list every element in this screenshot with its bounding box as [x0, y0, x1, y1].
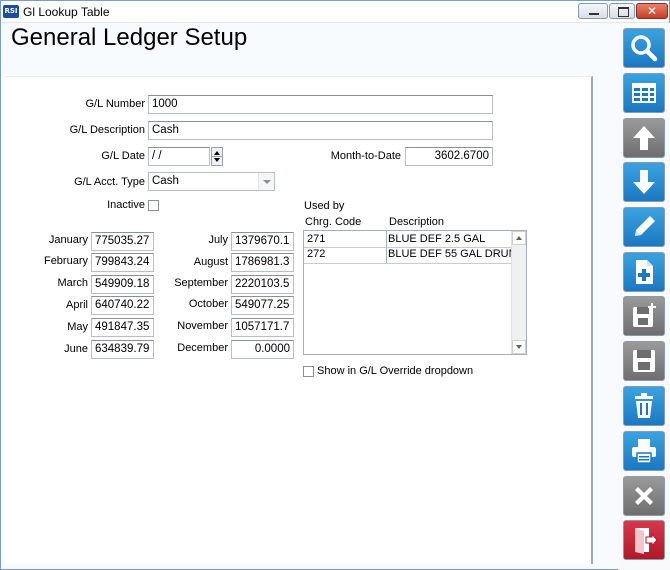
grid-view-button[interactable]	[623, 73, 665, 113]
pencil-icon	[635, 216, 655, 236]
used-by-title: Used by	[304, 200, 345, 212]
maximize-button[interactable]	[609, 3, 635, 19]
charge-description: BLUE DEF 55 GAL DRUM	[388, 248, 512, 260]
month-input-may[interactable]: 491847.35	[91, 318, 154, 337]
description-header: Description	[389, 216, 445, 228]
month-input-september[interactable]: 2220103.5	[231, 275, 294, 294]
action-toolbar	[618, 23, 670, 570]
month-label-june: June	[64, 343, 88, 355]
floppy-plus-icon	[633, 303, 656, 327]
month-label-august: August	[193, 256, 228, 268]
inactive-checkbox[interactable]	[148, 200, 159, 211]
gl-date-label: G/L Date	[101, 150, 145, 162]
spinner-divider	[212, 156, 222, 157]
month-label-january: January	[48, 234, 88, 246]
list-item[interactable]: 271 BLUE DEF 2.5 GAL	[304, 232, 512, 248]
floppy-icon	[633, 350, 655, 372]
search-button[interactable]	[623, 28, 665, 68]
next-record-button[interactable]	[623, 162, 665, 202]
month-label-october: October	[188, 298, 228, 310]
gl-number-label: G/L Number	[85, 98, 145, 110]
month-label-may: May	[67, 321, 88, 333]
title-bar[interactable]: RSI Gl Lookup Table ✕	[1, 1, 669, 23]
spinner-up-icon[interactable]	[214, 151, 220, 155]
show-override-checkbox[interactable]	[303, 366, 314, 377]
month-label-march: March	[57, 277, 88, 289]
list-scrollbar[interactable]	[511, 231, 526, 354]
chrg-code-header: Chrg. Code	[305, 216, 362, 228]
month-input-january[interactable]: 775035.27	[91, 232, 154, 251]
gl-description-label: G/L Description	[69, 124, 145, 136]
month-input-august[interactable]: 1786981.3	[231, 253, 294, 272]
delete-button[interactable]	[623, 386, 665, 426]
row-divider	[304, 263, 512, 264]
inactive-label: Inactive	[107, 199, 145, 211]
save-new-button[interactable]	[623, 296, 665, 336]
month-input-july[interactable]: 1379670.1	[231, 232, 294, 251]
x-icon	[635, 487, 653, 505]
month-label-july: July	[208, 234, 228, 246]
close-icon: ✕	[646, 4, 658, 18]
app-window: RSI Gl Lookup Table ✕ General Ledger Set…	[0, 0, 670, 570]
month-input-june[interactable]: 634839.79	[91, 340, 154, 359]
charge-description: BLUE DEF 2.5 GAL	[388, 233, 486, 245]
scroll-up-icon[interactable]	[512, 231, 526, 245]
previous-record-button[interactable]	[623, 118, 665, 158]
list-item[interactable]: 272 BLUE DEF 55 GAL DRUM	[304, 247, 512, 263]
trash-icon	[635, 393, 653, 418]
printer-icon	[632, 439, 656, 464]
month-label-november: November	[177, 320, 228, 332]
save-button[interactable]	[623, 341, 665, 381]
edit-button[interactable]	[623, 207, 665, 247]
gl-date-input[interactable]: / /	[148, 147, 210, 166]
acct-type-value: Cash	[152, 175, 179, 187]
arrow-down-icon	[633, 170, 655, 194]
gl-date-spinner[interactable]	[211, 147, 223, 166]
minimize-button[interactable]	[578, 3, 608, 19]
acct-type-select[interactable]: Cash	[148, 172, 275, 191]
arrow-up-icon	[633, 126, 655, 150]
new-record-button[interactable]	[623, 252, 665, 292]
show-override-label[interactable]: Show in G/L Override dropdown	[317, 365, 473, 377]
gl-number-input[interactable]: 1000	[148, 95, 493, 114]
month-label-september: September	[174, 277, 228, 289]
table-icon	[632, 83, 656, 103]
month-label-february: February	[43, 255, 88, 267]
charge-code: 271	[307, 233, 326, 245]
window-title: Gl Lookup Table	[23, 5, 110, 19]
close-window-button[interactable]: ✕	[636, 3, 668, 19]
new-document-icon	[636, 260, 653, 284]
month-label-december: December	[177, 342, 228, 354]
gl-description-input[interactable]: Cash	[148, 121, 493, 140]
month-to-date-label: Month-to-Date	[330, 150, 401, 162]
month-input-december[interactable]: 0.0000	[231, 340, 294, 359]
month-input-april[interactable]: 640740.22	[91, 296, 154, 315]
month-input-november[interactable]: 1057171.7	[231, 318, 294, 337]
dropdown-arrow-icon[interactable]	[258, 173, 274, 190]
acct-type-label: G/L Acct. Type	[74, 176, 145, 188]
month-input-february[interactable]: 799843.24	[91, 253, 154, 272]
month-input-march[interactable]: 549909.18	[91, 275, 154, 294]
exit-door-icon	[635, 528, 658, 554]
exit-button[interactable]	[623, 520, 665, 560]
cancel-button[interactable]	[623, 476, 665, 516]
print-button[interactable]	[623, 431, 665, 471]
charge-code-list[interactable]: 271 BLUE DEF 2.5 GAL 272 BLUE DEF 55 GAL…	[303, 230, 527, 355]
charge-code: 272	[307, 248, 326, 260]
spinner-down-icon[interactable]	[214, 158, 220, 162]
scroll-down-icon[interactable]	[512, 340, 526, 354]
app-logo-icon: RSI	[3, 5, 19, 18]
page-title: General Ledger Setup	[11, 24, 248, 51]
month-label-april: April	[65, 299, 88, 311]
month-to-date-input[interactable]: 3602.6700	[405, 147, 493, 166]
month-input-october[interactable]: 549077.25	[231, 296, 294, 315]
magnifier-icon	[631, 35, 658, 62]
